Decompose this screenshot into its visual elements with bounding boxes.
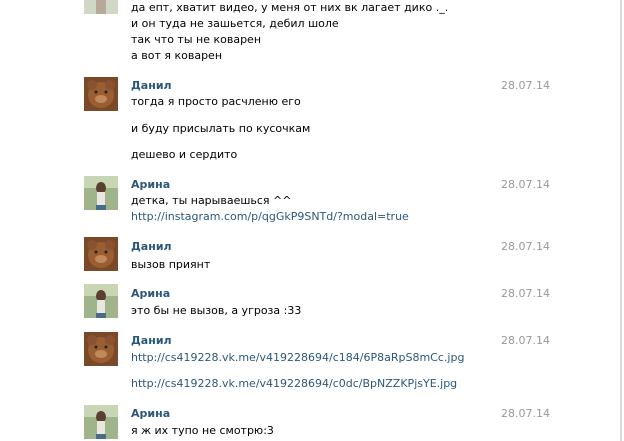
message-text: это бы не вызов, а угроза :33 bbox=[131, 304, 302, 317]
author-name[interactable]: Арина bbox=[131, 178, 170, 191]
message-text: и он туда не зашьется, дебил шоле bbox=[131, 17, 339, 30]
message-text: и буду присылать по кусочкам bbox=[131, 122, 311, 135]
avatar[interactable] bbox=[84, 0, 118, 14]
message-text: тогда я просто расчленю его bbox=[131, 95, 301, 108]
avatar-girl[interactable] bbox=[84, 284, 118, 318]
message-text: я ж их тупо не смотрю:3 bbox=[131, 424, 274, 437]
avatar-girl[interactable] bbox=[84, 176, 118, 210]
message-date: 28.07.14 bbox=[501, 79, 550, 92]
avatar-bear[interactable] bbox=[84, 332, 118, 366]
message-date: 28.07.14 bbox=[501, 407, 550, 420]
avatar-bear[interactable] bbox=[84, 237, 118, 271]
author-name[interactable]: Данил bbox=[131, 240, 172, 253]
message-text: а вот я коварен bbox=[131, 49, 223, 62]
message-date: 28.07.14 bbox=[501, 240, 550, 253]
avatar-girl[interactable] bbox=[84, 405, 118, 439]
author-name[interactable]: Данил bbox=[131, 334, 172, 347]
message-link[interactable]: http://cs419228.vk.me/v419228694/c0dc/Bp… bbox=[131, 377, 457, 390]
message-link[interactable]: http://instagram.com/p/qgGkP9SNTd/?modal… bbox=[131, 210, 409, 223]
message-link[interactable]: http://cs419228.vk.me/v419228694/c184/6P… bbox=[131, 351, 464, 364]
avatar-bear[interactable] bbox=[84, 77, 118, 111]
message-text: вызов приянт bbox=[131, 258, 211, 271]
message-text: детка, ты нарываешься ^^ bbox=[131, 194, 292, 207]
author-name[interactable]: Арина bbox=[131, 287, 170, 300]
message-text: так что ты не коварен bbox=[131, 33, 262, 46]
message-date: 28.07.14 bbox=[501, 287, 550, 300]
author-name[interactable]: Арина bbox=[131, 407, 170, 420]
author-name[interactable]: Данил bbox=[131, 79, 172, 92]
message-date: 28.07.14 bbox=[501, 334, 550, 347]
message-text: дешево и сердито bbox=[131, 148, 238, 161]
message-text: да епт, хватит видео, у меня от них вк л… bbox=[131, 1, 449, 14]
scroll-border bbox=[620, 0, 622, 441]
message-date: 28.07.14 bbox=[501, 178, 550, 191]
